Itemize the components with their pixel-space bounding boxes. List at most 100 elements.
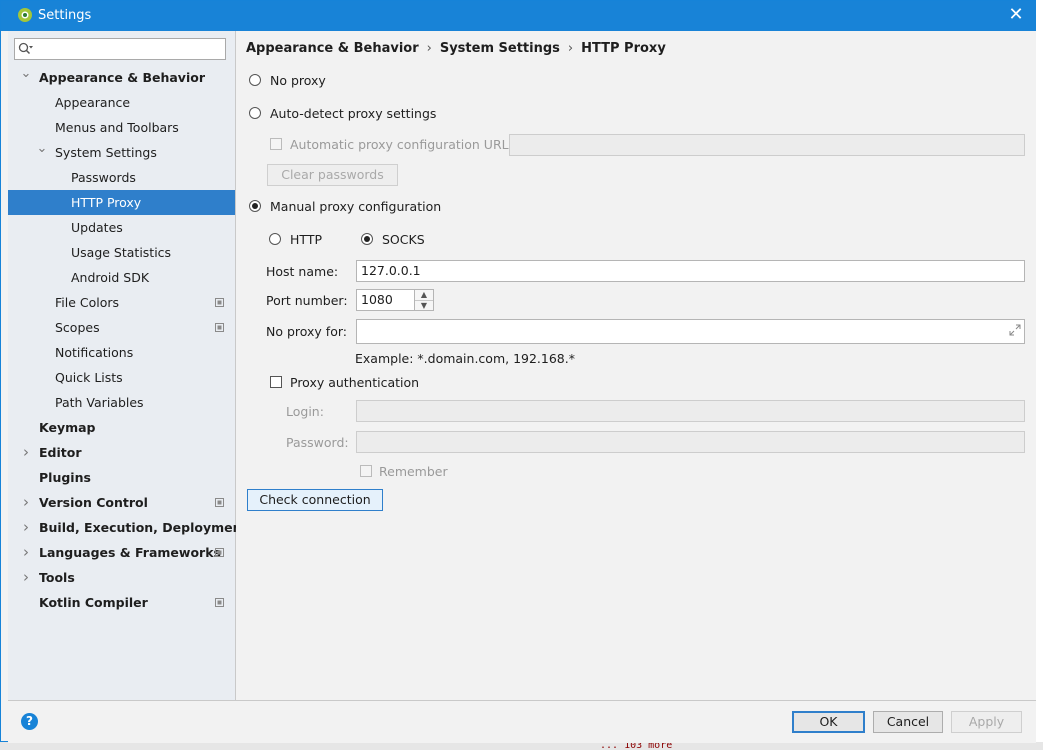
stepper-down-icon[interactable]: ▼ bbox=[415, 300, 433, 311]
sidebar-item[interactable]: File Colors bbox=[8, 290, 235, 315]
port-number-label: Port number: bbox=[266, 293, 348, 308]
sidebar-item[interactable]: Keymap bbox=[8, 415, 235, 440]
host-name-field[interactable]: 127.0.0.1 bbox=[356, 260, 1025, 282]
sidebar-item[interactable]: Android SDK bbox=[8, 265, 235, 290]
sidebar-item[interactable]: › Tools bbox=[8, 565, 235, 590]
chevron-right-icon[interactable]: › bbox=[20, 490, 32, 515]
chevron-right-icon[interactable]: › bbox=[20, 540, 32, 565]
port-number-field[interactable]: 1080 bbox=[356, 289, 416, 311]
login-label: Login: bbox=[286, 404, 324, 419]
background-app-right-edge bbox=[1035, 0, 1043, 750]
auto-detect-radio[interactable] bbox=[249, 107, 261, 119]
proxy-authentication-label[interactable]: Proxy authentication bbox=[290, 375, 419, 390]
chevron-down-icon[interactable]: ⌄ bbox=[20, 61, 32, 86]
auto-detect-label[interactable]: Auto-detect proxy settings bbox=[270, 106, 436, 121]
sidebar-item[interactable]: Appearance bbox=[8, 90, 235, 115]
chevron-right-icon[interactable]: › bbox=[20, 565, 32, 590]
dialog-footer: ? OK Cancel Apply bbox=[8, 700, 1036, 743]
sidebar-item[interactable]: › Version Control bbox=[8, 490, 235, 515]
sidebar-item-label: HTTP Proxy bbox=[71, 195, 142, 210]
password-field[interactable] bbox=[356, 431, 1025, 453]
clear-passwords-button[interactable]: Clear passwords bbox=[267, 164, 398, 186]
sidebar-item-label: Menus and Toolbars bbox=[55, 120, 179, 135]
sidebar-item-label: Editor bbox=[39, 445, 82, 460]
http-label[interactable]: HTTP bbox=[290, 232, 322, 247]
background-app-bottom-edge: ... 103 more bbox=[0, 742, 1043, 750]
stepper-up-icon[interactable]: ▲ bbox=[415, 290, 433, 300]
sidebar-item[interactable]: HTTP Proxy bbox=[8, 190, 235, 215]
sidebar-item[interactable]: Plugins bbox=[8, 465, 235, 490]
settings-search-input[interactable] bbox=[14, 38, 226, 60]
sidebar-item[interactable]: Quick Lists bbox=[8, 365, 235, 390]
socks-radio[interactable] bbox=[361, 233, 373, 245]
example-hint: Example: *.domain.com, 192.168.* bbox=[355, 351, 575, 366]
manual-proxy-label[interactable]: Manual proxy configuration bbox=[270, 199, 441, 214]
sidebar-item-label: Scopes bbox=[55, 320, 100, 335]
socks-label[interactable]: SOCKS bbox=[382, 232, 425, 247]
remember-checkbox[interactable] bbox=[360, 465, 372, 477]
auto-config-url-checkbox[interactable] bbox=[270, 138, 282, 150]
sidebar-item-label: Version Control bbox=[39, 495, 148, 510]
chevron-right-icon[interactable]: › bbox=[20, 515, 32, 540]
breadcrumb-item: System Settings bbox=[439, 41, 560, 56]
expand-icon[interactable] bbox=[1009, 324, 1021, 336]
project-scope-icon bbox=[215, 498, 224, 507]
sidebar-item[interactable]: Path Variables bbox=[8, 390, 235, 415]
remember-label: Remember bbox=[379, 464, 448, 479]
chevron-down-icon[interactable]: ⌄ bbox=[36, 136, 48, 161]
breadcrumb-item: Appearance & Behavior bbox=[246, 41, 419, 56]
sidebar-item-label: Keymap bbox=[39, 420, 96, 435]
sidebar-item[interactable]: › Languages & Frameworks bbox=[8, 540, 235, 565]
check-connection-button[interactable]: Check connection bbox=[247, 489, 383, 511]
sidebar-item[interactable]: Updates bbox=[8, 215, 235, 240]
host-name-label: Host name: bbox=[266, 264, 339, 279]
sidebar-item[interactable]: Passwords bbox=[8, 165, 235, 190]
sidebar-item[interactable]: › Build, Execution, Deployment bbox=[8, 515, 247, 540]
port-stepper[interactable]: ▲ ▼ bbox=[414, 289, 434, 311]
settings-dialog: Settings ✕ ⌄ Appearance & Behavior Appeara… bbox=[0, 0, 1036, 743]
sidebar-item-label: Android SDK bbox=[71, 270, 150, 285]
proxy-authentication-checkbox[interactable] bbox=[270, 376, 282, 388]
project-scope-icon bbox=[215, 548, 224, 557]
sidebar-item-label: Path Variables bbox=[55, 395, 144, 410]
ok-button[interactable]: OK bbox=[792, 711, 865, 733]
sidebar-item-label: Build, Execution, Deployment bbox=[39, 520, 248, 535]
http-proxy-panel: Appearance & Behavior › System Settings › HT… bbox=[236, 31, 1036, 700]
sidebar-item-label: Languages & Frameworks bbox=[39, 545, 221, 560]
sidebar-item[interactable]: Usage Statistics bbox=[8, 240, 235, 265]
http-radio[interactable] bbox=[269, 233, 281, 245]
sidebar-item-label: Kotlin Compiler bbox=[39, 595, 148, 610]
no-proxy-label[interactable]: No proxy bbox=[270, 73, 326, 88]
sidebar-item[interactable]: Scopes bbox=[8, 315, 235, 340]
manual-proxy-radio[interactable] bbox=[249, 200, 261, 212]
sidebar-item[interactable]: Kotlin Compiler bbox=[8, 590, 235, 615]
breadcrumb-separator: › bbox=[567, 41, 574, 56]
no-proxy-radio[interactable] bbox=[249, 74, 261, 86]
apply-button[interactable]: Apply bbox=[951, 711, 1022, 733]
auto-config-url-label: Automatic proxy configuration URL: bbox=[290, 137, 513, 152]
password-label: Password: bbox=[286, 435, 349, 450]
no-proxy-for-label: No proxy for: bbox=[266, 324, 347, 339]
sidebar-item[interactable]: › Editor bbox=[8, 440, 235, 465]
sidebar-item[interactable]: ⌄ System Settings bbox=[8, 140, 235, 165]
chevron-right-icon[interactable]: › bbox=[20, 440, 32, 465]
sidebar-item-label: Updates bbox=[71, 220, 123, 235]
auto-config-url-field[interactable] bbox=[509, 134, 1025, 156]
project-scope-icon bbox=[215, 598, 224, 607]
sidebar-item-label: System Settings bbox=[55, 145, 157, 160]
login-field[interactable] bbox=[356, 400, 1025, 422]
breadcrumb-item: HTTP Proxy bbox=[581, 41, 666, 56]
help-icon[interactable]: ? bbox=[21, 713, 38, 730]
project-scope-icon bbox=[215, 298, 224, 307]
sidebar-item[interactable]: Notifications bbox=[8, 340, 235, 365]
close-icon[interactable]: ✕ bbox=[1005, 4, 1027, 26]
sidebar-item-label: Appearance bbox=[55, 95, 131, 110]
window-title: Settings bbox=[38, 8, 92, 23]
sidebar-item-label: File Colors bbox=[55, 295, 120, 310]
cancel-button[interactable]: Cancel bbox=[873, 711, 943, 733]
title-bar: Settings ✕ bbox=[1, 1, 1035, 31]
project-scope-icon bbox=[215, 323, 224, 332]
no-proxy-for-field[interactable] bbox=[356, 319, 1025, 344]
sidebar-item-label: Passwords bbox=[71, 170, 136, 185]
sidebar-item[interactable]: ⌄ Appearance & Behavior bbox=[8, 65, 235, 90]
